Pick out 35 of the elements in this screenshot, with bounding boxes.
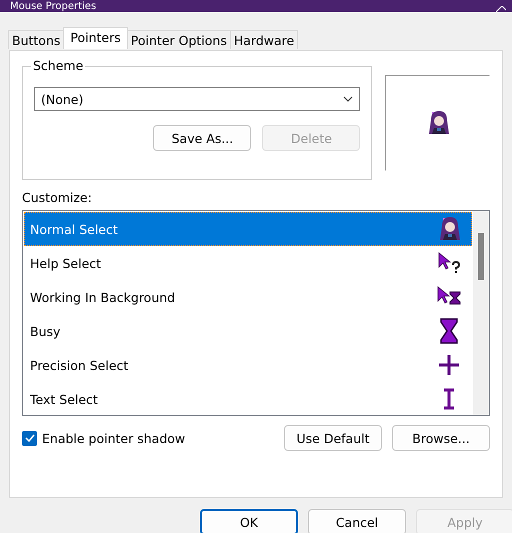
item-label: Text Select — [30, 392, 98, 406]
item-label: Working In Background — [30, 290, 176, 304]
scheme-button[interactable]: Save As... — [153, 125, 252, 151]
tab[interactable]: Pointers — [63, 27, 128, 49]
help-cursor-icon — [437, 251, 461, 275]
list-item[interactable]: Working In Background — [24, 280, 472, 314]
list-item[interactable]: Normal Select — [24, 212, 472, 246]
item-label: Precision Select — [30, 358, 128, 372]
section-label: Customize: — [22, 190, 93, 205]
list-item[interactable]: Precision Select — [24, 348, 472, 382]
scrollbar[interactable] — [473, 211, 489, 415]
tab[interactable]: Pointer Options — [126, 30, 231, 49]
dialog-button[interactable]: Cancel — [308, 509, 406, 533]
checkbox[interactable] — [22, 430, 37, 446]
scroll-thumb[interactable] — [478, 233, 484, 280]
tab[interactable]: Buttons — [8, 30, 64, 49]
window-title: Mouse Properties — [10, 1, 96, 12]
dialog-button[interactable]: OK — [200, 509, 298, 533]
checkbox-label: Enable pointer shadow — [42, 430, 186, 446]
item-label: Normal Select — [30, 222, 118, 236]
scheme-dropdown[interactable]: (None) — [34, 87, 360, 111]
item-label: Busy — [30, 324, 60, 338]
list-button[interactable]: Use Default — [284, 425, 382, 451]
hourglass-icon — [439, 318, 459, 344]
list-item[interactable]: Busy — [24, 314, 472, 348]
checkmark-icon — [24, 434, 34, 442]
group-label: Scheme — [31, 58, 86, 73]
item-label: Help Select — [30, 256, 102, 270]
tab[interactable]: Hardware — [230, 30, 298, 49]
text-cursor-icon — [442, 388, 456, 410]
crosshair-icon — [437, 353, 461, 377]
list-button[interactable]: Browse... — [392, 425, 490, 451]
list-item[interactable]: Text Select — [24, 382, 472, 416]
list-item[interactable]: Help Select — [24, 246, 472, 280]
chevron-icon — [343, 96, 354, 102]
